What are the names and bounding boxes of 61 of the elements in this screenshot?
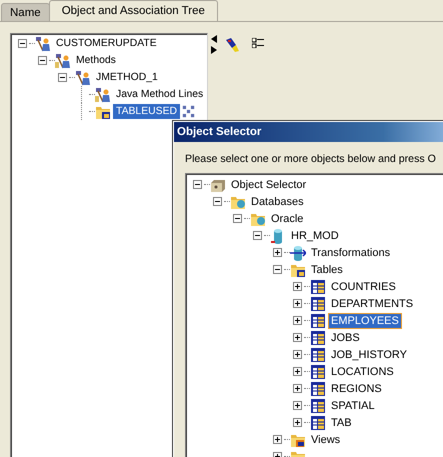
tree-item[interactable]: HR_MOD <box>288 228 342 244</box>
table-icon <box>310 364 326 380</box>
tree-item[interactable]: EMPLOYEES <box>328 312 402 328</box>
tree-item[interactable]: TAB <box>328 414 355 430</box>
collapse-button[interactable] <box>38 56 46 65</box>
tree-item[interactable]: REGIONS <box>328 380 385 396</box>
expand-button[interactable] <box>292 299 302 308</box>
collapse-button[interactable] <box>232 214 242 223</box>
instruction-text: Please select one or more objects below and press O <box>185 153 437 165</box>
tree-item[interactable]: JOB_HISTORY <box>328 346 410 362</box>
tree-item[interactable]: Methods <box>73 53 119 68</box>
figure-group-icon <box>55 52 71 68</box>
tree-item[interactable]: Object Selector <box>228 176 310 192</box>
collapse-button[interactable] <box>252 231 262 240</box>
expand-button[interactable] <box>292 333 302 342</box>
tree-view-icon[interactable] <box>252 38 264 48</box>
tree-item[interactable]: Tables <box>308 262 346 278</box>
expand-button[interactable] <box>292 367 302 376</box>
tree-item[interactable]: Oracle <box>268 210 306 226</box>
collapse-button[interactable] <box>272 265 282 274</box>
table-icon <box>310 346 326 362</box>
tab[interactable]: Name <box>1 3 50 21</box>
flashlight-icon[interactable] <box>224 37 240 53</box>
tree-item[interactable]: Views <box>308 432 344 448</box>
tree-item[interactable]: JOBS <box>328 330 363 346</box>
table-icon <box>310 278 326 294</box>
collapse-button[interactable] <box>212 197 222 206</box>
figure-group-icon <box>95 86 111 102</box>
tree-item[interactable]: Transformations <box>308 244 394 260</box>
figure-wand-icon <box>35 36 51 52</box>
tree-item[interactable]: LOCATIONS <box>328 364 397 380</box>
expand-button[interactable] <box>272 435 282 444</box>
expand-button[interactable] <box>292 401 302 410</box>
collapse-button[interactable] <box>18 39 26 48</box>
expand-button[interactable] <box>292 418 302 427</box>
tree-item[interactable]: Databases <box>248 194 307 210</box>
tree-item[interactable]: SPATIAL <box>328 398 378 414</box>
tree-item[interactable]: DEPARTMENTS <box>328 296 416 312</box>
figure-wand-icon <box>75 70 91 86</box>
expand-button[interactable] <box>272 248 282 257</box>
tree-item[interactable]: CUSTOMERUPDATE <box>53 36 160 51</box>
table-icon <box>310 330 326 346</box>
expand-button[interactable] <box>292 350 302 359</box>
dialog-title: Object Selector <box>174 122 443 142</box>
tree-item[interactable]: Java Method Lines <box>113 87 206 102</box>
tab[interactable]: Object and Association Tree <box>48 0 218 21</box>
table-icon <box>310 414 326 430</box>
tree-item[interactable]: COUNTRIES <box>328 278 399 294</box>
transform-icon <box>290 244 306 260</box>
expand-button[interactable] <box>292 384 302 393</box>
expand-button[interactable] <box>292 316 302 325</box>
tree-item[interactable]: JMETHOD_1 <box>93 70 161 85</box>
table-icon <box>310 312 326 328</box>
collapse-button[interactable] <box>192 180 202 189</box>
table-icon <box>310 398 326 414</box>
table-icon <box>310 380 326 396</box>
collapse-button[interactable] <box>58 73 66 82</box>
table-icon <box>310 296 326 312</box>
tree-item[interactable]: TABLEUSED <box>113 104 180 119</box>
splitter-arrows-icon[interactable] <box>210 34 218 56</box>
expand-button[interactable] <box>292 282 302 291</box>
